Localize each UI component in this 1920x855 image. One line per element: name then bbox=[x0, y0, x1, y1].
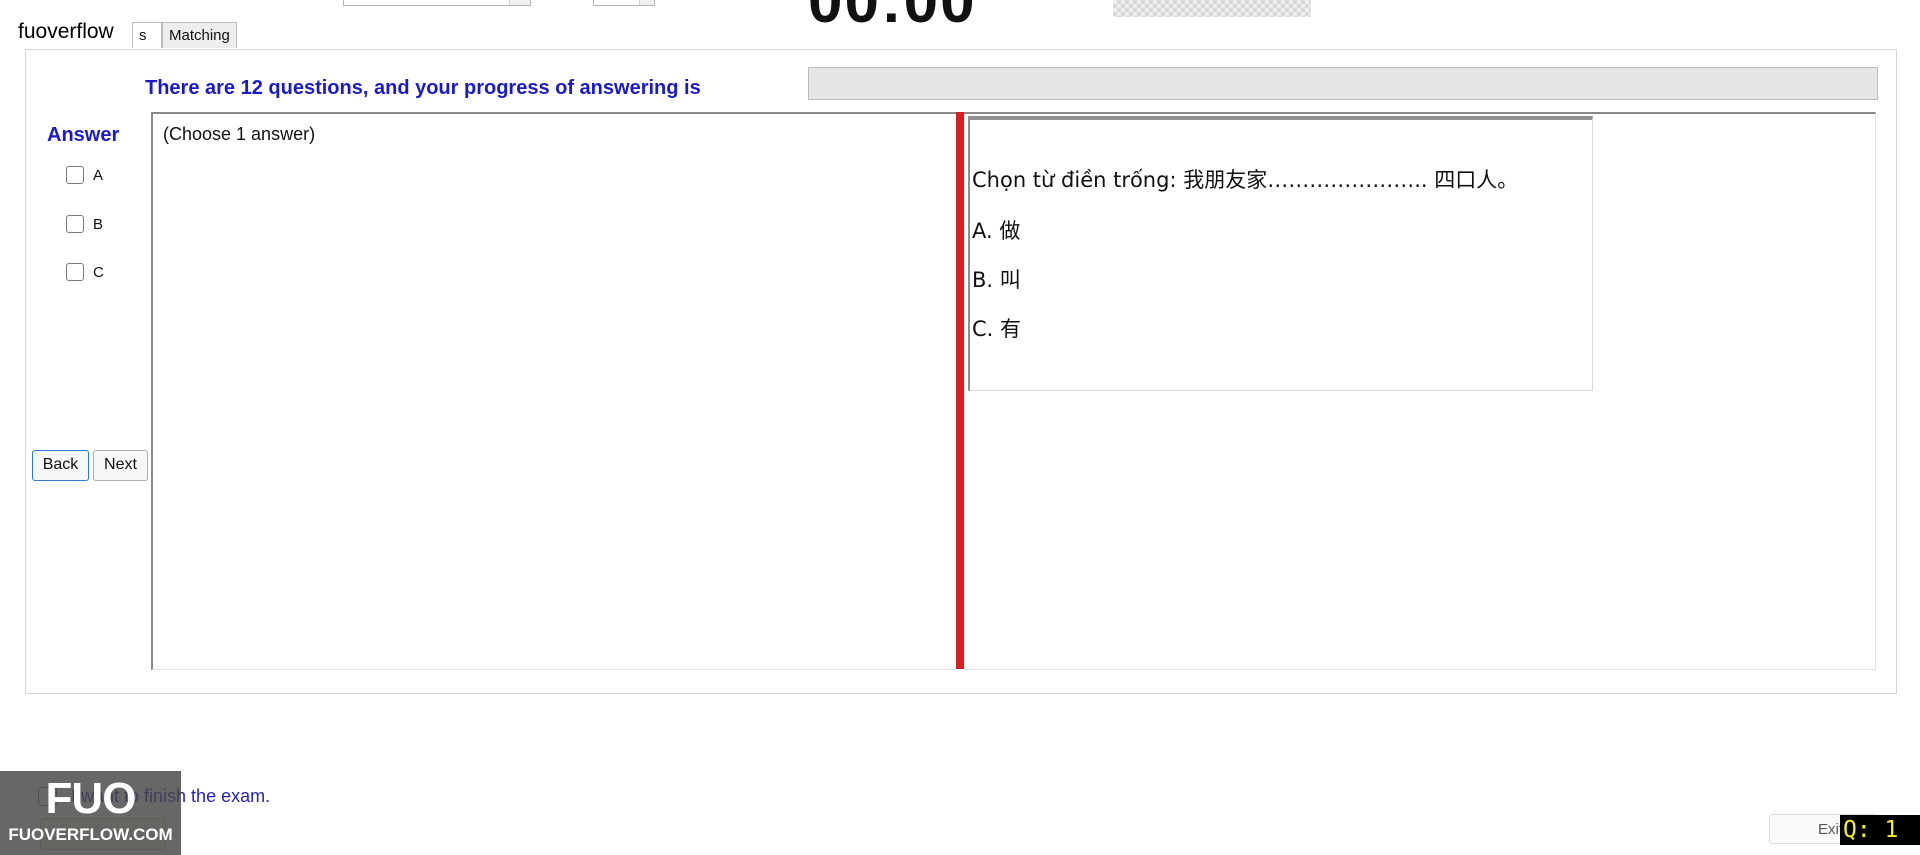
answer-option-a[interactable]: A bbox=[66, 165, 103, 185]
checkbox-b[interactable] bbox=[66, 215, 84, 233]
option-label: C bbox=[93, 263, 104, 281]
answer-option-b[interactable]: B bbox=[66, 214, 103, 234]
exam-timer: 00:00 bbox=[808, 0, 977, 36]
spin-arrows-icon[interactable] bbox=[639, 0, 654, 5]
option-label: A bbox=[93, 166, 104, 184]
question-stem: Chọn từ điền trống: 我朋友家………………….. 四口人。 bbox=[972, 168, 1519, 192]
fuoverflow-logo: FUO FUOVERFLOW.COM bbox=[0, 771, 181, 855]
option-label: B bbox=[93, 215, 104, 233]
logo-mark: FUO bbox=[45, 774, 137, 823]
back-button[interactable]: Back bbox=[32, 450, 89, 481]
tab-label: s bbox=[139, 27, 147, 44]
question-choice-b: B. 叫 bbox=[972, 268, 1021, 292]
tab-multiple-choice[interactable]: s bbox=[132, 22, 162, 48]
question-card bbox=[968, 116, 1593, 391]
answer-text-area[interactable]: (Choose 1 answer) bbox=[151, 112, 956, 670]
tab-matching[interactable]: Matching bbox=[162, 22, 237, 48]
question-choice-c: C. 有 bbox=[972, 317, 1022, 341]
checkbox-a[interactable] bbox=[66, 166, 84, 184]
answer-hint: (Choose 1 answer) bbox=[163, 124, 316, 144]
answer-title: Answer bbox=[47, 124, 120, 146]
progress-label: There are 12 questions, and your progres… bbox=[145, 77, 701, 99]
checker-placeholder-image bbox=[1113, 0, 1311, 17]
tab-label: Matching bbox=[169, 27, 230, 44]
logo-text: FUOVERFLOW.COM bbox=[8, 825, 173, 844]
top-spin-box[interactable] bbox=[593, 0, 655, 6]
checkbox-c[interactable] bbox=[66, 263, 84, 281]
question-number-badge: Q: 1 bbox=[1840, 815, 1920, 845]
question-choice-a: A. 做 bbox=[972, 219, 1021, 243]
pane-splitter[interactable] bbox=[956, 112, 964, 669]
progress-bar bbox=[808, 67, 1878, 100]
chevron-down-icon[interactable] bbox=[509, 0, 530, 5]
top-combo-box[interactable] bbox=[343, 0, 531, 6]
brand-label: fuoverflow bbox=[18, 20, 120, 44]
answer-option-c[interactable]: C bbox=[66, 262, 104, 282]
next-button[interactable]: Next bbox=[93, 450, 148, 481]
